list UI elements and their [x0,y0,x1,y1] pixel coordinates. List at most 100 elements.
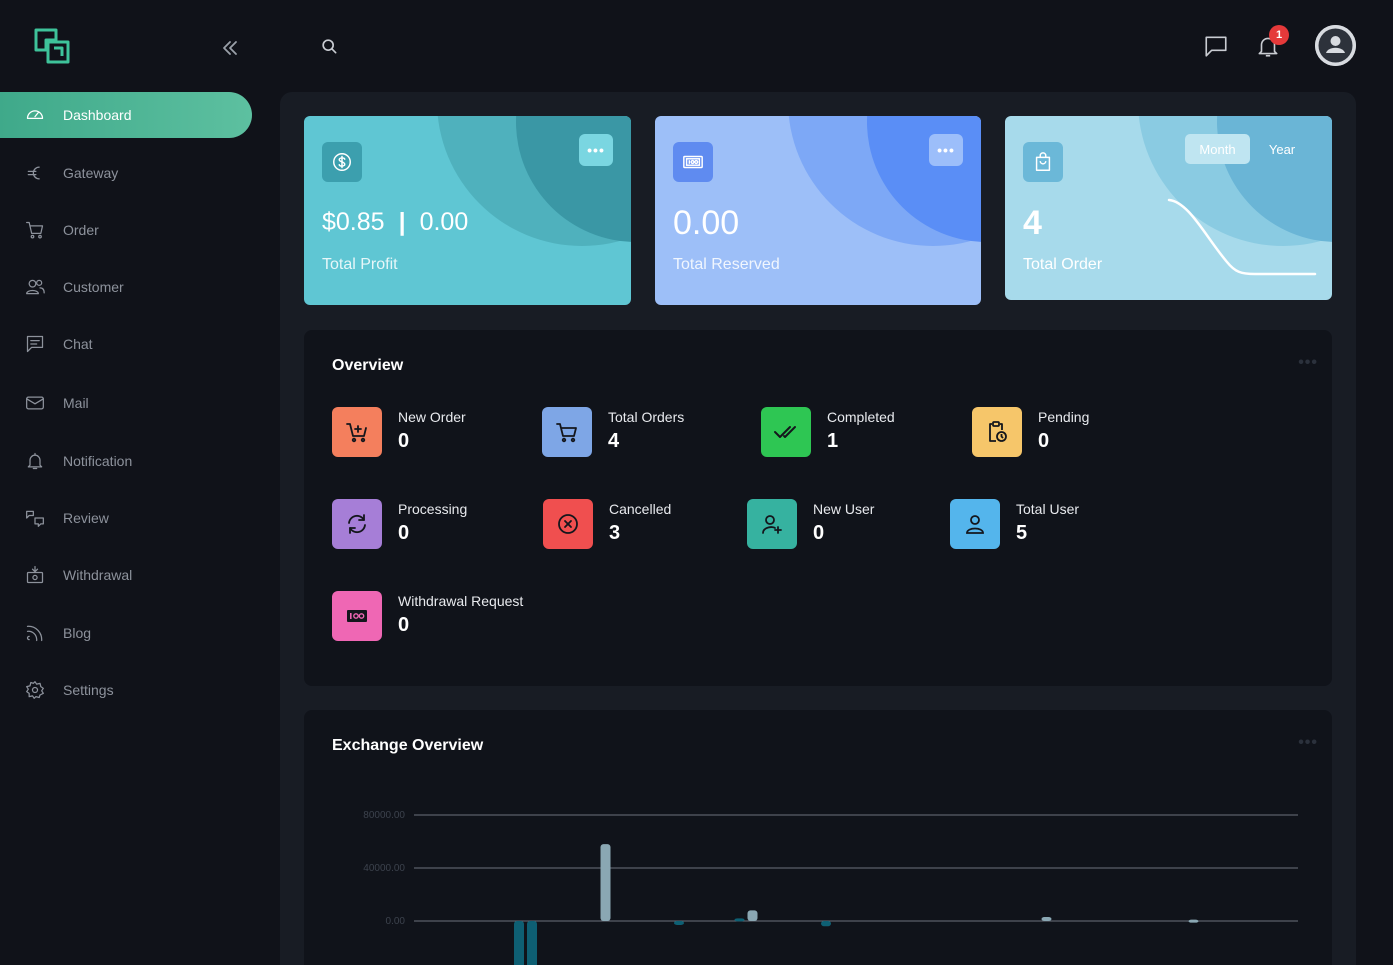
card-more-button[interactable]: ••• [929,134,963,166]
user-icon [950,499,1000,549]
stat-value: 0 [1038,430,1050,452]
sidebar-item-label: Customer [63,279,124,295]
sidebar-item-label: Mail [63,395,89,411]
order-sparkline [1167,198,1317,276]
sidebar-item-label: Review [63,510,109,526]
stat-total-user[interactable]: Total User 5 [950,499,1079,549]
collapse-sidebar-icon[interactable] [220,38,240,58]
user-avatar-icon [1315,25,1356,66]
sidebar-item-blog[interactable]: Blog [0,610,252,656]
sidebar-item-mail[interactable]: Mail [0,380,252,426]
avatar[interactable] [1315,25,1356,66]
banknote-icon [332,591,382,641]
sidebar-item-dashboard[interactable]: Dashboard [0,92,252,138]
chart-y-tick-label: 40000.00 [363,863,405,874]
total-profit-card: ••• $0.85 | 0.00 Total Profit [304,116,631,305]
bell-icon [24,450,46,472]
profit-amount: $0.85 [322,208,385,236]
sidebar-item-label: Dashboard [63,107,132,123]
stat-name: Withdrawal Request [398,593,524,609]
mail-icon [24,392,46,414]
orders-value: 4 [1023,204,1042,242]
cart-icon [24,219,46,241]
orders-label: Total Order [1023,256,1103,273]
refresh-icon [332,499,382,549]
sidebar-item-label: Withdrawal [63,567,133,583]
sidebar-item-withdrawal[interactable]: Withdrawal [0,552,252,598]
sidebar-item-order[interactable]: Order [0,207,252,253]
profit-label: Total Profit [322,256,398,273]
profit-separator: | [398,208,406,236]
sidebar-item-label: Gateway [63,165,119,181]
tab-year[interactable]: Year [1257,134,1307,164]
exchange-more-button[interactable]: ••• [1298,734,1318,752]
reserved-value: 0.00 [673,204,740,242]
sidebar-item-label: Chat [63,336,93,352]
stat-name: Total Orders [608,409,685,425]
chart-bar[interactable] [821,921,831,927]
user-add-icon [747,499,797,549]
overview-more-button[interactable]: ••• [1298,354,1318,372]
clipboard-clock-icon [972,407,1022,457]
stat-name: Pending [1038,409,1090,425]
chart-bar[interactable] [747,910,758,921]
profit-values: $0.85 | 0.00 [322,208,468,237]
sidebar-item-review[interactable]: Review [0,495,252,541]
dollar-icon [322,142,362,182]
stat-name: New User [813,501,875,517]
cart-add-icon [332,407,382,457]
stat-processing[interactable]: Processing 0 [332,499,467,549]
stat-value: 5 [1016,522,1028,544]
chat-icon [24,333,46,355]
stat-completed[interactable]: Completed 1 [761,407,895,457]
notification-badge: 1 [1269,25,1289,45]
chart-bar[interactable] [514,921,524,965]
search-icon[interactable] [319,36,339,56]
total-order-card: Month Year 4 Total Order [1005,116,1332,300]
stat-value: 3 [609,522,621,544]
chart-bar[interactable] [600,844,611,921]
sidebar-item-label: Order [63,222,99,238]
chart-bar[interactable] [674,921,684,925]
stat-name: Processing [398,501,468,517]
review-icon [24,507,46,529]
sidebar-item-chat[interactable]: Chat [0,321,252,367]
sidebar-item-gateway[interactable]: Gateway [0,150,252,196]
sidebar-item-label: Settings [63,682,114,698]
chart-bar[interactable] [734,918,745,922]
stat-pending[interactable]: Pending 0 [972,407,1089,457]
cart-icon [542,407,592,457]
sidebar-item-notification[interactable]: Notification [0,438,252,484]
chart-bar[interactable] [1041,917,1052,921]
sidebar-item-settings[interactable]: Settings [0,667,252,713]
withdrawal-icon [24,564,46,586]
app-logo[interactable] [33,27,71,65]
sidebar-item-label: Notification [63,453,133,469]
chart-bar[interactable] [527,921,537,965]
stat-value: 0 [813,522,825,544]
overview-title: Overview [332,357,404,374]
chart-bar[interactable] [1188,919,1199,923]
sidebar-item-customer[interactable]: Customer [0,264,252,310]
stat-total-orders[interactable]: Total Orders 4 [542,407,684,457]
stat-value: 0 [398,614,410,636]
stat-name: Total User [1016,501,1080,517]
cancel-circle-icon [543,499,593,549]
stat-value: 4 [608,430,620,452]
stat-withdrawal-request[interactable]: Withdrawal Request 0 [332,591,523,641]
stat-value: 0 [398,522,410,544]
exchange-title: Exchange Overview [332,737,484,754]
sidebar-item-label: Blog [63,625,92,641]
exchange-chart: 80000.00 40000.00 0.00 [363,810,1298,965]
total-reserved-card: ••• 0.00 Total Reserved [655,116,981,305]
tab-month[interactable]: Month [1185,134,1250,164]
stat-cancelled[interactable]: Cancelled 3 [543,499,671,549]
chart-y-tick-label: 0.00 [386,916,406,927]
shopping-bag-icon [1023,142,1063,182]
stat-new-user[interactable]: New User 0 [747,499,874,549]
stat-name: Cancelled [609,501,672,517]
stat-new-order[interactable]: New Order 0 [332,407,466,457]
card-more-button[interactable]: ••• [579,134,613,166]
dashboard-icon [24,104,46,126]
messages-icon[interactable] [1203,33,1229,59]
